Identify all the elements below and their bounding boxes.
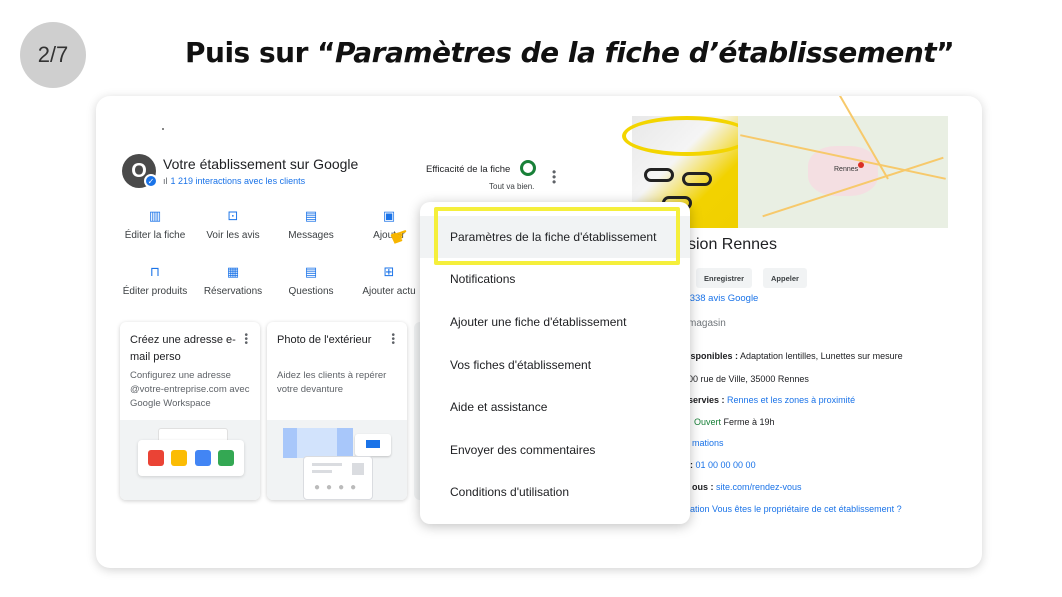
info-value[interactable]: 01 00 00 00 00 (696, 460, 756, 470)
card-desc: Configurez une adresse @votre-entreprise… (130, 370, 250, 409)
info-label: servies : (688, 395, 725, 405)
info-value: 00 rue de Ville, 35000 Rennes (688, 374, 809, 384)
open-status: Ouvert (694, 417, 722, 427)
menu-item-feedback[interactable]: Envoyer des commentaires (420, 429, 690, 471)
info-label: isponibles : (688, 351, 739, 361)
message-icon: ▤ (304, 208, 318, 223)
question-icon: ▤ (304, 264, 318, 279)
action-questions[interactable]: ▤ Questions (266, 264, 356, 297)
step-badge: 2/7 (20, 22, 86, 88)
storefront-icon: ▥ (148, 208, 162, 223)
card-workspace-email[interactable]: Créez une adresse e-mail perso • • • Confi… (120, 322, 260, 500)
closing-time: Ferme à 19h (723, 417, 775, 427)
card-exterior-photo[interactable]: Photo de l'extérieur • • • Aidez les clien… (267, 322, 407, 500)
shop-category: magasin (688, 318, 726, 329)
info-value: Adaptation lentilles, Lunettes sur mesur… (740, 351, 903, 361)
card-illustration (120, 420, 260, 500)
heading-emphasis: Paramètres de la fiche d’établissement (335, 36, 937, 69)
shop-title: sion Rennes (688, 236, 777, 253)
efficiency-label: Efficacité de la fiche (426, 164, 511, 175)
info-phone: : 01 00 00 00 00 (690, 460, 756, 470)
card-desc: Aidez les clients à repérer votre devant… (277, 370, 387, 395)
action-label: Réservations (203, 286, 263, 297)
business-title: Votre établissement sur Google (163, 156, 359, 172)
action-label: Éditer produits (122, 286, 188, 297)
heading-suffix: ” (936, 36, 955, 69)
action-edit-products[interactable]: ⊓ Éditer produits (110, 264, 200, 297)
menu-item-terms[interactable]: Conditions d'utilisation (420, 471, 690, 513)
save-button[interactable]: Enregistrer (696, 268, 753, 288)
highlight-frame (434, 207, 680, 265)
action-messages[interactable]: ▤ Messages (266, 208, 356, 241)
info-services: isponibles : Adaptation lentilles, Lunet… (688, 351, 903, 361)
verified-check-icon: ✓ (144, 174, 158, 188)
map-pin-icon (858, 162, 864, 168)
docs-icon (171, 450, 188, 466)
menu-item-add-profile[interactable]: Ajouter une fiche d'établissement (420, 301, 690, 343)
card-more-icon[interactable]: • • • (391, 331, 395, 349)
interactions-text: 1 219 interactions avec les clients (170, 176, 306, 186)
shopping-bag-icon: ⊓ (149, 264, 161, 279)
efficiency-ring-icon (520, 160, 536, 176)
menu-item-help[interactable]: Aide et assistance (420, 386, 690, 428)
card-title: Photo de l'extérieur (277, 334, 372, 346)
action-label: Voir les avis (206, 230, 260, 241)
google-apps-illustration (138, 440, 244, 476)
location-map[interactable]: Rennes (738, 96, 948, 228)
map-city-label: Rennes (834, 166, 859, 173)
page-heading: Puis sur “Paramètres de la fiche d’établ… (185, 36, 955, 69)
action-edit-profile[interactable]: ▥ Éditer la fiche (110, 208, 200, 241)
info-value[interactable]: Rennes et les zones à proximité (727, 395, 855, 405)
storefront-illustration-icon (355, 434, 391, 456)
calendar-app-icon (194, 450, 211, 466)
card-title: Créez une adresse e-mail perso (130, 334, 236, 363)
action-label: Questions (288, 286, 334, 297)
info-more[interactable]: mations (692, 438, 724, 448)
efficiency-status: Tout va bien. (489, 182, 535, 191)
info-label: : (690, 460, 693, 470)
menu-item-your-profiles[interactable]: Vos fiches d'établissement (420, 344, 690, 386)
phone-illustration: ●●●● (303, 456, 373, 500)
info-address: 00 rue de Ville, 35000 Rennes (688, 374, 809, 384)
heading-prefix: Puis sur “ (185, 36, 336, 69)
star-review-icon: ⊡ (227, 208, 239, 223)
action-label: Ajouter actu (362, 286, 416, 297)
calendar-icon: ▦ (226, 264, 240, 279)
info-hours[interactable]: Ouvert Ferme à 19h (694, 417, 775, 427)
interactions-link[interactable]: ıl 1 219 interactions avec les clients (163, 176, 305, 186)
info-zones: servies : Rennes et les zones à proximit… (688, 395, 855, 405)
banner-illustration-light (297, 428, 337, 458)
card-illustration: ●●●● (267, 420, 407, 500)
gmail-icon (147, 450, 164, 466)
action-reviews[interactable]: ⊡ Voir les avis (188, 208, 278, 241)
action-bookings[interactable]: ▦ Réservations (188, 264, 278, 297)
decorative-dot (162, 128, 164, 130)
more-options-icon[interactable]: • • • (552, 166, 556, 188)
bar-chart-icon: ıl (163, 176, 168, 186)
reviews-link[interactable]: 338 avis Google (690, 293, 759, 304)
info-label: ous : (692, 482, 714, 492)
action-label: Éditer la fiche (124, 230, 186, 241)
info-booking: ous : site.com/rendez-vous (692, 482, 802, 492)
call-button[interactable]: Appeler (763, 268, 807, 288)
info-value[interactable]: site.com/rendez-vous (716, 482, 802, 492)
card-more-icon[interactable]: • • • (244, 331, 248, 349)
action-label: Messages (288, 230, 334, 241)
drive-icon (218, 450, 235, 466)
